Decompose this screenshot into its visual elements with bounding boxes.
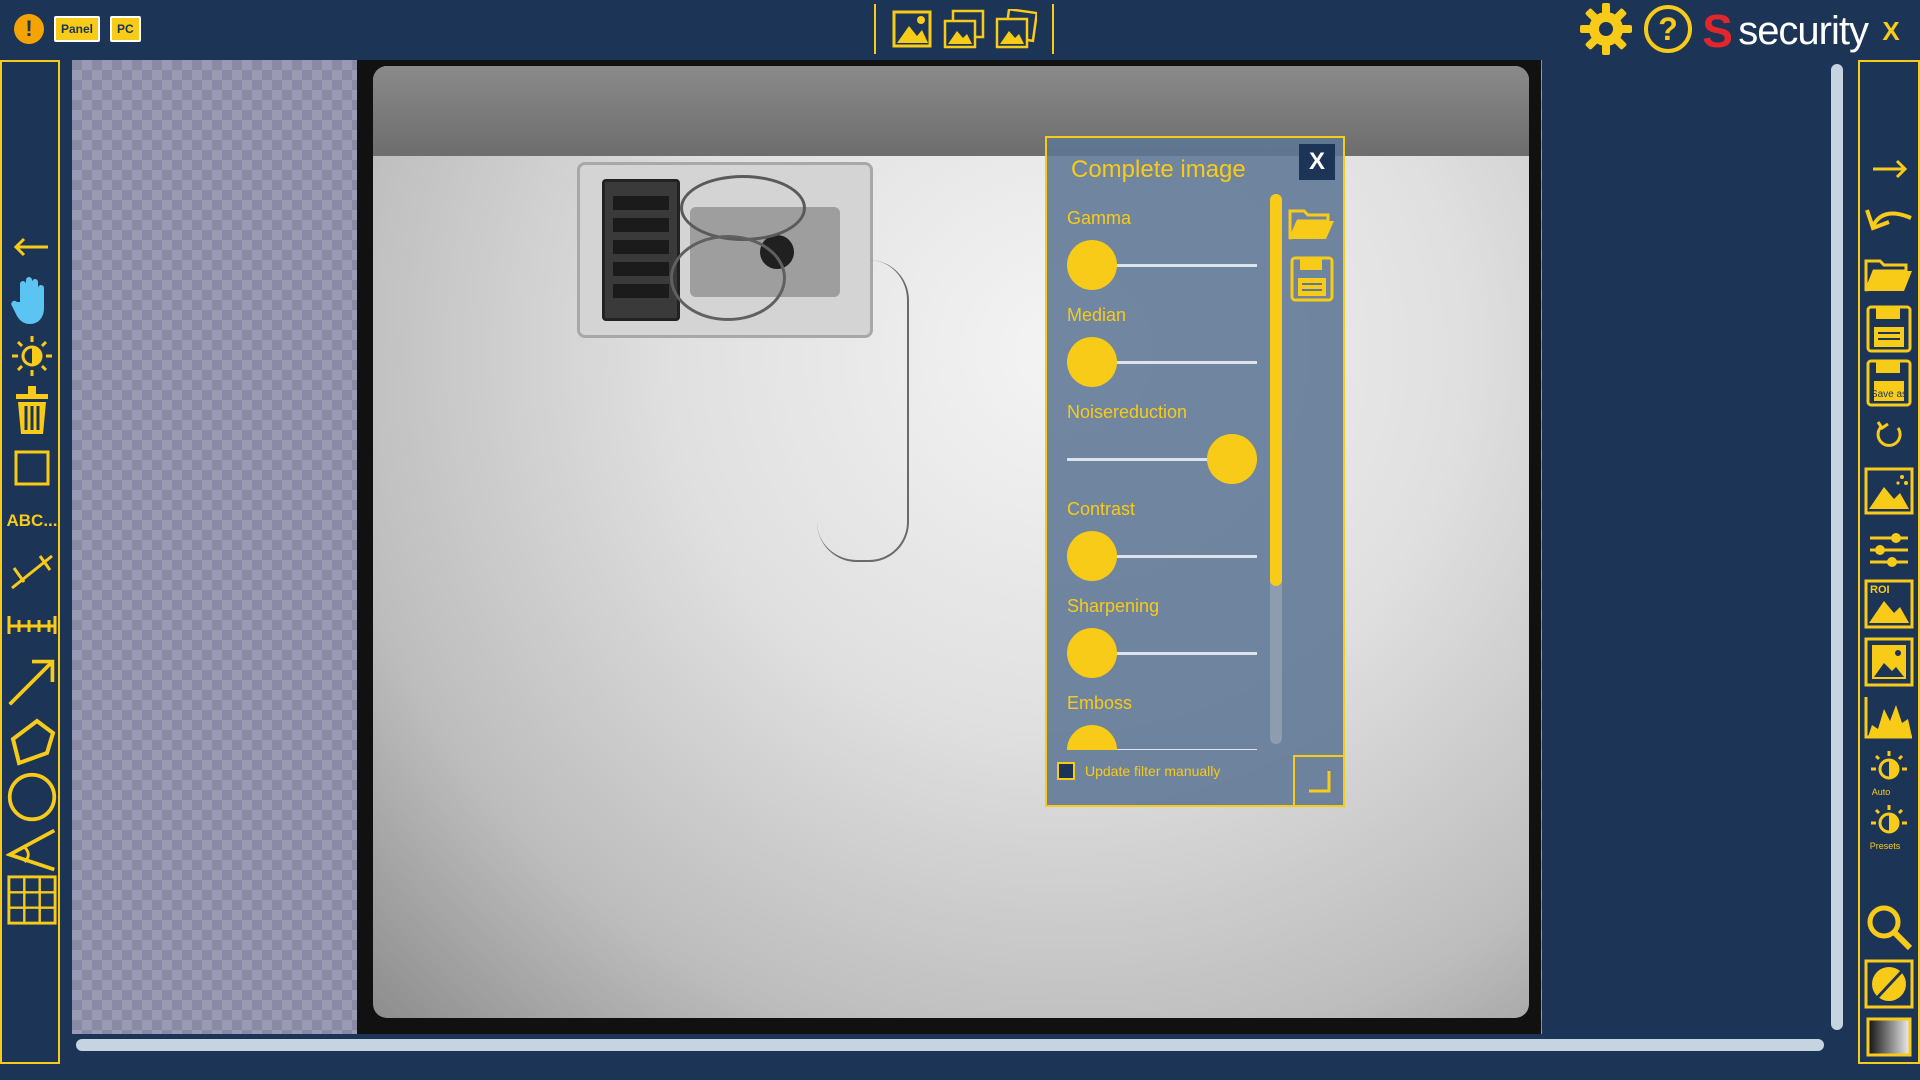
filter-panel: Complete image X Gamma Median Noisereducti… [1045,136,1345,807]
brand-name: security [1738,8,1869,53]
filter-slider-label: Contrast [1067,499,1136,519]
refresh-icon[interactable] [1862,418,1916,452]
top-right-controls: ? S security X [1578,2,1906,60]
save-as-icon[interactable]: Save as [1862,358,1916,410]
undo-icon[interactable] [1862,196,1916,240]
canvas-vertical-scrollbar[interactable] [1831,64,1843,1030]
update-manually-row: Update filter manually [1057,762,1220,780]
filter-slider-thumb[interactable] [1067,725,1117,750]
zoom-icon[interactable] [1862,902,1916,952]
ruler-icon[interactable] [6,610,58,640]
pan-hand-icon[interactable] [6,272,58,328]
multi-image-icon[interactable] [942,7,986,51]
xray-top-band [373,66,1529,156]
roi-label: ROI [1870,584,1890,596]
svg-text:?: ? [1658,11,1678,47]
pc-badge[interactable]: PC [110,16,141,42]
warning-icon[interactable]: ! [14,14,44,44]
filter-panel-close-button[interactable]: X [1299,144,1335,180]
status-area: ! Panel PC [14,14,141,44]
rectangle-select-icon[interactable] [6,446,58,490]
arrow-draw-icon[interactable] [6,652,58,712]
canvas-horizontal-scrollbar[interactable] [76,1039,1824,1051]
panel-resize-handle[interactable] [1293,755,1343,805]
panel-badge[interactable]: Panel [54,16,101,42]
save-icon[interactable] [1287,254,1337,304]
scanned-battery [602,179,680,321]
delete-trash-icon[interactable] [6,382,58,438]
filter-slider-thumb[interactable] [1067,240,1117,290]
filter-slider-label: Sharpening [1067,596,1160,616]
save-as-label: Save as [1871,389,1907,400]
filter-slider-median: Median [1067,305,1257,387]
filter-slider-noisereduction: Noisereduction [1067,402,1257,484]
top-bar: ! Panel PC ? S security X [0,0,1920,60]
presets-brightness-icon[interactable]: Presets [1862,802,1916,854]
histogram-icon[interactable] [1862,692,1916,742]
brightness-icon[interactable] [6,334,58,378]
update-manually-checkbox[interactable] [1057,762,1075,780]
image-filter-icon[interactable] [1862,466,1916,516]
filter-panel-actions [1287,198,1337,310]
filter-slider-thumb[interactable] [1067,628,1117,678]
open-folder-icon[interactable] [1862,252,1916,296]
gradient-icon[interactable] [1862,1016,1916,1058]
brand-logo-mark: S [1702,5,1733,57]
compare-image-icon[interactable] [994,7,1038,51]
angle-draw-icon[interactable] [6,824,58,876]
help-icon[interactable]: ? [1642,3,1694,60]
invert-icon[interactable] [1862,958,1916,1010]
auto-brightness-icon[interactable]: Auto [1862,748,1916,800]
xray-image[interactable] [357,60,1541,1034]
text-annotation-tool[interactable]: ABC... [6,506,58,536]
brand-logo: S security [1702,5,1869,57]
filter-slider-thumb[interactable] [1067,337,1117,387]
filter-slider-gamma: Gamma [1067,208,1257,290]
filter-slider-label: Noisereduction [1067,402,1188,422]
filter-slider-label: Emboss [1067,693,1133,713]
adjust-sliders-icon[interactable] [1862,528,1916,572]
image-frame-icon[interactable] [1862,636,1916,688]
save-icon[interactable] [1862,304,1916,354]
circle-draw-icon[interactable] [6,768,58,826]
forward-arrow-icon[interactable] [1862,152,1916,186]
settings-gear-icon[interactable] [1578,1,1634,62]
filter-slider-thumb[interactable] [1067,531,1117,581]
image-view-tabs [874,4,1054,54]
left-toolbar: ABC... [0,60,60,1064]
image-canvas[interactable]: Complete image X Gamma Median Noisereducti… [72,60,1542,1034]
grid-icon[interactable] [6,870,58,930]
close-app-button[interactable]: X [1876,16,1906,47]
roi-filter-icon[interactable]: ROI [1862,578,1916,630]
filter-slider-emboss: Emboss [1067,693,1257,750]
auto-label: Auto [1872,787,1891,797]
right-toolbar: Save as ROI Auto Presets [1858,60,1920,1064]
back-arrow-icon[interactable] [6,227,58,267]
xray-plate [373,66,1529,1018]
filter-slider-label: Median [1067,305,1127,325]
filter-slider-label: Gamma [1067,208,1132,228]
filter-slider-contrast: Contrast [1067,499,1257,581]
line-measure-icon[interactable] [6,550,58,594]
single-image-icon[interactable] [890,7,934,51]
presets-label: Presets [1870,841,1901,851]
open-folder-icon[interactable] [1287,198,1337,248]
update-manually-label: Update filter manually [1085,763,1221,779]
filter-slider-thumb[interactable] [1207,434,1257,484]
polygon-draw-icon[interactable] [6,716,58,768]
filter-slider-sharpening: Sharpening [1067,596,1257,678]
